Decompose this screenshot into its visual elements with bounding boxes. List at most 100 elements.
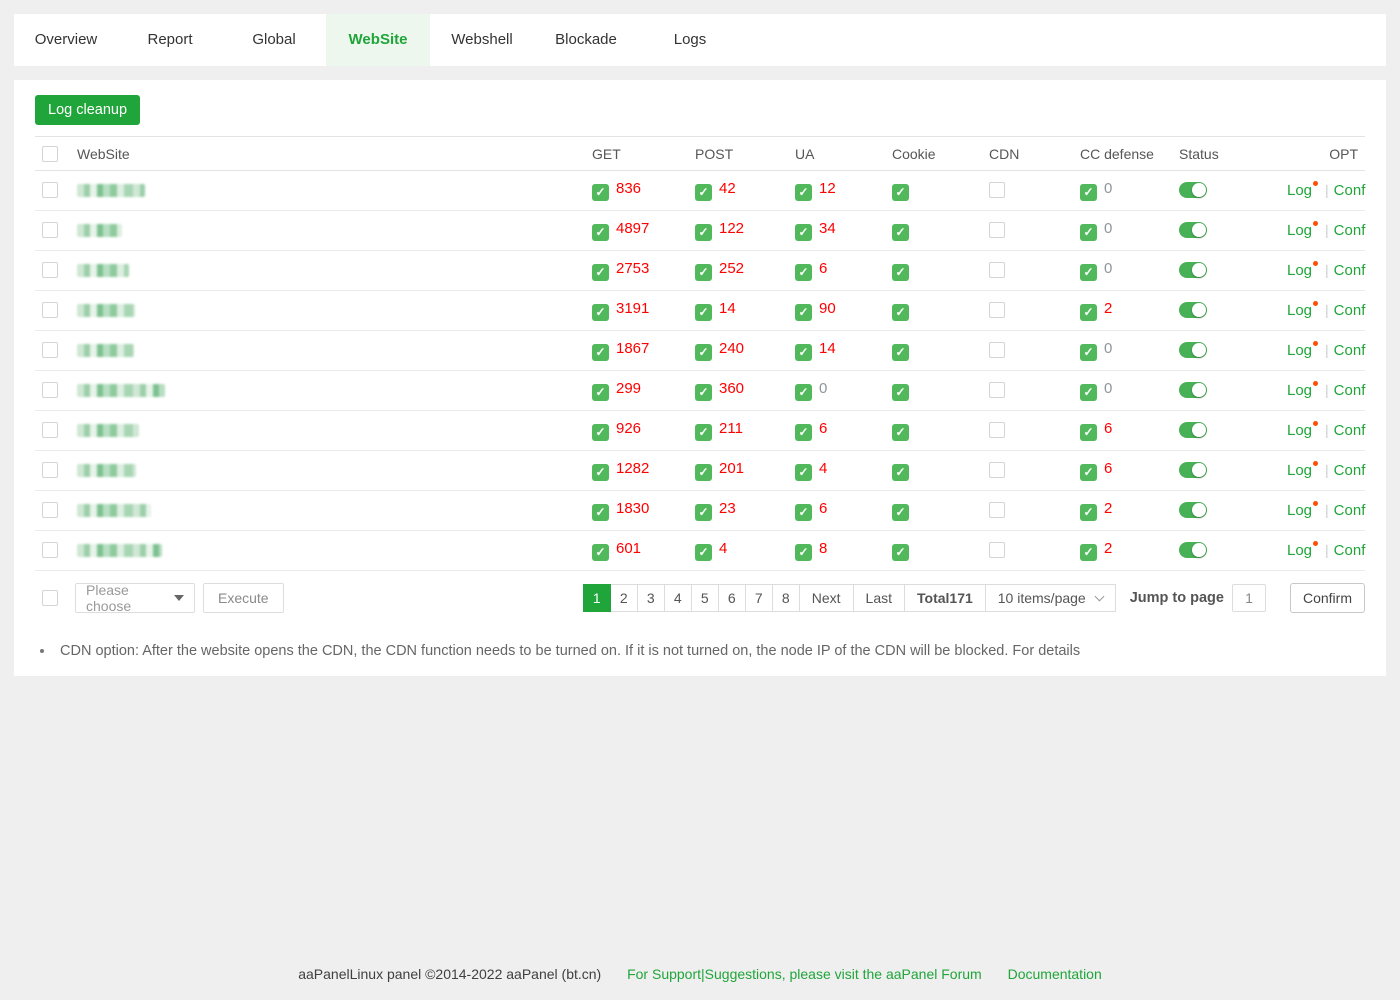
status-toggle[interactable]: [1179, 382, 1207, 398]
post-check-icon[interactable]: ✓: [695, 264, 712, 281]
row-checkbox[interactable]: [42, 342, 58, 358]
batch-select-checkbox[interactable]: [42, 590, 58, 606]
log-link[interactable]: Log: [1287, 342, 1312, 359]
page-button-8[interactable]: 8: [772, 584, 800, 612]
status-toggle[interactable]: [1179, 422, 1207, 438]
page-button-7[interactable]: 7: [745, 584, 773, 612]
row-checkbox[interactable]: [42, 222, 58, 238]
log-link[interactable]: Log: [1287, 542, 1312, 559]
get-check-icon[interactable]: ✓: [592, 504, 609, 521]
log-link[interactable]: Log: [1287, 182, 1312, 199]
conf-link[interactable]: Conf: [1334, 542, 1366, 559]
cdn-checkbox[interactable]: [989, 462, 1005, 478]
batch-action-select[interactable]: Please choose: [75, 583, 195, 613]
get-check-icon[interactable]: ✓: [592, 184, 609, 201]
ua-check-icon[interactable]: ✓: [795, 424, 812, 441]
ua-check-icon[interactable]: ✓: [795, 344, 812, 361]
get-check-icon[interactable]: ✓: [592, 544, 609, 561]
cdn-checkbox[interactable]: [989, 422, 1005, 438]
conf-link[interactable]: Conf: [1334, 302, 1366, 319]
cookie-check-icon[interactable]: ✓: [892, 384, 909, 401]
post-check-icon[interactable]: ✓: [695, 384, 712, 401]
post-check-icon[interactable]: ✓: [695, 504, 712, 521]
cookie-check-icon[interactable]: ✓: [892, 464, 909, 481]
cc-defense-check-icon[interactable]: ✓: [1080, 544, 1097, 561]
cdn-checkbox[interactable]: [989, 342, 1005, 358]
documentation-link[interactable]: Documentation: [1008, 966, 1102, 982]
cc-defense-check-icon[interactable]: ✓: [1080, 384, 1097, 401]
cookie-check-icon[interactable]: ✓: [892, 304, 909, 321]
ua-check-icon[interactable]: ✓: [795, 384, 812, 401]
post-check-icon[interactable]: ✓: [695, 304, 712, 321]
cdn-checkbox[interactable]: [989, 222, 1005, 238]
status-toggle[interactable]: [1179, 302, 1207, 318]
forum-link[interactable]: For Support|Suggestions, please visit th…: [627, 966, 982, 982]
row-checkbox[interactable]: [42, 502, 58, 518]
tab-blockade[interactable]: Blockade: [534, 14, 638, 66]
row-checkbox[interactable]: [42, 302, 58, 318]
cc-defense-check-icon[interactable]: ✓: [1080, 224, 1097, 241]
cookie-check-icon[interactable]: ✓: [892, 264, 909, 281]
tab-global[interactable]: Global: [222, 14, 326, 66]
log-link[interactable]: Log: [1287, 302, 1312, 319]
website-name-redacted[interactable]: [77, 504, 151, 517]
status-toggle[interactable]: [1179, 342, 1207, 358]
cc-defense-check-icon[interactable]: ✓: [1080, 424, 1097, 441]
cdn-checkbox[interactable]: [989, 182, 1005, 198]
tab-overview[interactable]: Overview: [14, 14, 118, 66]
conf-link[interactable]: Conf: [1334, 422, 1366, 439]
website-name-redacted[interactable]: [77, 304, 135, 317]
row-checkbox[interactable]: [42, 422, 58, 438]
post-check-icon[interactable]: ✓: [695, 424, 712, 441]
log-link[interactable]: Log: [1287, 462, 1312, 479]
post-check-icon[interactable]: ✓: [695, 544, 712, 561]
status-toggle[interactable]: [1179, 542, 1207, 558]
status-toggle[interactable]: [1179, 462, 1207, 478]
cc-defense-check-icon[interactable]: ✓: [1080, 184, 1097, 201]
log-link[interactable]: Log: [1287, 382, 1312, 399]
post-check-icon[interactable]: ✓: [695, 344, 712, 361]
row-checkbox[interactable]: [42, 262, 58, 278]
last-page-button[interactable]: Last: [853, 584, 905, 612]
page-button-6[interactable]: 6: [718, 584, 746, 612]
cdn-checkbox[interactable]: [989, 262, 1005, 278]
website-name-redacted[interactable]: [77, 224, 122, 237]
website-name-redacted[interactable]: [77, 544, 162, 557]
cookie-check-icon[interactable]: ✓: [892, 424, 909, 441]
row-checkbox[interactable]: [42, 462, 58, 478]
cookie-check-icon[interactable]: ✓: [892, 184, 909, 201]
conf-link[interactable]: Conf: [1334, 462, 1366, 479]
items-per-page-select[interactable]: 10 items/page: [985, 584, 1116, 612]
post-check-icon[interactable]: ✓: [695, 464, 712, 481]
page-button-2[interactable]: 2: [610, 584, 638, 612]
tab-website[interactable]: WebSite: [326, 14, 430, 66]
cookie-check-icon[interactable]: ✓: [892, 544, 909, 561]
status-toggle[interactable]: [1179, 262, 1207, 278]
website-name-redacted[interactable]: [77, 344, 134, 357]
website-name-redacted[interactable]: [77, 264, 129, 277]
log-cleanup-button[interactable]: Log cleanup: [35, 95, 140, 125]
cc-defense-check-icon[interactable]: ✓: [1080, 264, 1097, 281]
cdn-checkbox[interactable]: [989, 542, 1005, 558]
get-check-icon[interactable]: ✓: [592, 424, 609, 441]
cc-defense-check-icon[interactable]: ✓: [1080, 464, 1097, 481]
ua-check-icon[interactable]: ✓: [795, 264, 812, 281]
page-button-1[interactable]: 1: [583, 584, 611, 612]
post-check-icon[interactable]: ✓: [695, 224, 712, 241]
website-name-redacted[interactable]: [77, 424, 139, 437]
execute-button[interactable]: Execute: [203, 583, 284, 613]
ua-check-icon[interactable]: ✓: [795, 304, 812, 321]
cc-defense-check-icon[interactable]: ✓: [1080, 504, 1097, 521]
next-page-button[interactable]: Next: [799, 584, 854, 612]
status-toggle[interactable]: [1179, 502, 1207, 518]
post-check-icon[interactable]: ✓: [695, 184, 712, 201]
status-toggle[interactable]: [1179, 222, 1207, 238]
ua-check-icon[interactable]: ✓: [795, 464, 812, 481]
log-link[interactable]: Log: [1287, 222, 1312, 239]
get-check-icon[interactable]: ✓: [592, 464, 609, 481]
cookie-check-icon[interactable]: ✓: [892, 504, 909, 521]
conf-link[interactable]: Conf: [1334, 342, 1366, 359]
website-name-redacted[interactable]: [77, 464, 136, 477]
ua-check-icon[interactable]: ✓: [795, 504, 812, 521]
get-check-icon[interactable]: ✓: [592, 304, 609, 321]
